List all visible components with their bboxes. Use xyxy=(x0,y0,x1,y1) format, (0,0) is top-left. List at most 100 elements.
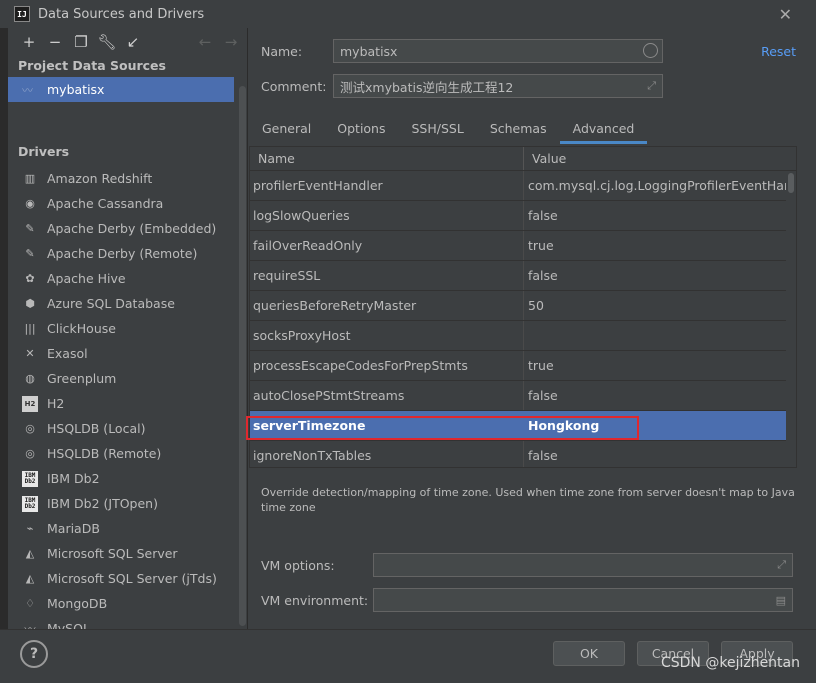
ok-button[interactable]: OK xyxy=(553,641,625,666)
table-scrollbar[interactable] xyxy=(786,171,796,467)
csdn-watermark: CSDN @kejizhentan xyxy=(660,655,800,671)
table-row[interactable]: processEscapeCodesForPrepStmts true xyxy=(250,351,796,381)
remove-icon[interactable]: − xyxy=(42,31,68,53)
main-panel: Name: mybatisx Reset Comment: 测试xmybatis… xyxy=(246,28,808,629)
driver-item[interactable]: ⌁ MariaDB xyxy=(8,516,247,541)
tab-options[interactable]: Options xyxy=(324,112,398,144)
column-header-name[interactable]: Name xyxy=(250,147,524,170)
duplicate-icon[interactable]: ❐ xyxy=(68,31,94,53)
clickhouse-icon: ||| xyxy=(24,322,36,335)
driver-item[interactable]: ◭ Microsoft SQL Server xyxy=(8,541,247,566)
document-icon[interactable]: ▤ xyxy=(776,594,786,607)
driver-item[interactable]: ▥ Amazon Redshift xyxy=(8,166,247,191)
comment-field[interactable]: 测试xmybatis逆向生成工程12 ⤢ xyxy=(333,74,663,98)
properties-table: Name Value profilerEventHandler com.mysql… xyxy=(249,146,797,468)
sidebar: + − ❐ 🔧︎ ↙ ← → Project Data Sources 〰 my… xyxy=(8,28,248,629)
table-row[interactable]: requireSSL false xyxy=(250,261,796,291)
vm-environment-label: VM environment: xyxy=(261,592,369,608)
vm-options-row: VM options: ⤢ xyxy=(261,553,793,577)
driver-item[interactable]: ✕ Exasol xyxy=(8,341,247,366)
import-icon[interactable]: ↙ xyxy=(120,31,146,53)
data-source-mybatisx[interactable]: 〰 mybatisx xyxy=(8,77,234,102)
data-source-label: mybatisx xyxy=(47,82,105,97)
h2-icon: H2 xyxy=(22,395,38,412)
sidebar-scrollbar[interactable] xyxy=(239,56,247,629)
table-row[interactable]: ignoreNonTxTables false xyxy=(250,441,796,467)
table-row[interactable]: queriesBeforeRetryMaster 50 xyxy=(250,291,796,321)
table-scroll-thumb[interactable] xyxy=(788,173,794,193)
mssql-icon: ◭ xyxy=(25,547,35,560)
tab-ssh-ssl[interactable]: SSH/SSL xyxy=(399,112,477,144)
sidebar-toolbar: + − ❐ 🔧︎ ↙ ← → xyxy=(8,28,247,56)
name-value: mybatisx xyxy=(340,43,398,59)
driver-item[interactable]: ◉ Apache Cassandra xyxy=(8,191,247,216)
expand-icon[interactable]: ⤢ xyxy=(777,558,786,572)
vm-environment-row: VM environment: ▤ xyxy=(261,588,793,612)
driver-item[interactable]: 〰 MySQL xyxy=(8,616,247,629)
table-header: Name Value xyxy=(250,147,796,171)
table-row[interactable]: failOverReadOnly true xyxy=(250,231,796,261)
mysql-icon: 〰 xyxy=(24,622,36,630)
driver-item[interactable]: ◎ HSQLDB (Local) xyxy=(8,416,247,441)
derby-icon: ✎ xyxy=(25,247,35,260)
table-row-selected[interactable]: serverTimezone Hongkong xyxy=(250,411,796,441)
expand-icon[interactable]: ⤢ xyxy=(647,79,656,93)
reset-link[interactable]: Reset xyxy=(761,44,796,59)
comment-value: 测试xmybatis逆向生成工程12 xyxy=(340,79,514,95)
hive-icon: ✿ xyxy=(25,272,35,285)
table-row[interactable]: autoClosePStmtStreams false xyxy=(250,381,796,411)
add-icon[interactable]: + xyxy=(16,31,42,53)
name-field[interactable]: mybatisx xyxy=(333,39,663,63)
column-header-value[interactable]: Value xyxy=(524,147,796,170)
driver-item[interactable]: ||| ClickHouse xyxy=(8,316,247,341)
mariadb-icon: ⌁ xyxy=(26,522,34,535)
drivers-heading: Drivers xyxy=(18,144,70,159)
driver-item[interactable]: ✿ Apache Hive xyxy=(8,266,247,291)
help-button[interactable]: ? xyxy=(20,640,48,668)
title-bar: IJ Data Sources and Drivers ✕ xyxy=(0,0,816,28)
driver-item[interactable]: ◍ Greenplum xyxy=(8,366,247,391)
azure-icon: ⬢ xyxy=(25,297,35,310)
back-icon[interactable]: ← xyxy=(192,31,218,53)
project-data-sources-heading: Project Data Sources xyxy=(18,58,166,73)
left-edge-strip xyxy=(0,28,8,629)
color-circle-icon[interactable] xyxy=(643,43,658,58)
derby-icon: ✎ xyxy=(25,222,35,235)
driver-item[interactable]: IBM Db2 IBM Db2 (JTOpen) xyxy=(8,491,247,516)
driver-item[interactable]: ✎ Apache Derby (Embedded) xyxy=(8,216,247,241)
tab-schemas[interactable]: Schemas xyxy=(477,112,560,144)
driver-item[interactable]: ⬢ Azure SQL Database xyxy=(8,291,247,316)
tab-bar: General Options SSH/SSL Schemas Advanced xyxy=(249,112,648,144)
mssql-icon: ◭ xyxy=(25,572,35,585)
driver-item[interactable]: ♢ MongoDB xyxy=(8,591,247,616)
driver-list: ▥ Amazon Redshift ◉ Apache Cassandra ✎ Apac… xyxy=(8,166,247,629)
close-icon[interactable]: ✕ xyxy=(779,5,792,24)
vm-environment-field[interactable]: ▤ xyxy=(373,588,793,612)
driver-item[interactable]: ✎ Apache Derby (Remote) xyxy=(8,241,247,266)
table-row[interactable]: socksProxyHost xyxy=(250,321,796,351)
driver-item[interactable]: ◭ Microsoft SQL Server (jTds) xyxy=(8,566,247,591)
hsqldb-icon: ◎ xyxy=(25,447,35,460)
driver-item[interactable]: IBM Db2 IBM Db2 xyxy=(8,466,247,491)
tab-general[interactable]: General xyxy=(249,112,324,144)
sidebar-scroll-thumb[interactable] xyxy=(239,86,246,626)
vm-options-label: VM options: xyxy=(261,557,335,573)
comment-row: Comment: 测试xmybatis逆向生成工程12 ⤢ xyxy=(261,74,663,98)
driver-item[interactable]: H2 H2 xyxy=(8,391,247,416)
tab-advanced[interactable]: Advanced xyxy=(559,112,648,144)
window-title: Data Sources and Drivers xyxy=(38,6,205,22)
comment-label: Comment: xyxy=(261,78,327,94)
mysql-icon: 〰 xyxy=(22,83,33,97)
mongodb-icon: ♢ xyxy=(25,597,35,610)
wrench-icon[interactable]: 🔧︎ xyxy=(94,31,120,53)
driver-item[interactable]: ◎ HSQLDB (Remote) xyxy=(8,441,247,466)
vm-options-field[interactable]: ⤢ xyxy=(373,553,793,577)
name-label: Name: xyxy=(261,43,303,59)
forward-icon[interactable]: → xyxy=(218,31,244,53)
table-row[interactable]: profilerEventHandler com.mysql.cj.log.Log… xyxy=(250,171,796,201)
greenplum-icon: ◍ xyxy=(25,372,35,385)
property-description: Override detection/mapping of time zone.… xyxy=(261,486,795,514)
name-row: Name: mybatisx xyxy=(261,39,663,63)
table-row[interactable]: logSlowQueries false xyxy=(250,201,796,231)
exasol-icon: ✕ xyxy=(25,347,35,360)
